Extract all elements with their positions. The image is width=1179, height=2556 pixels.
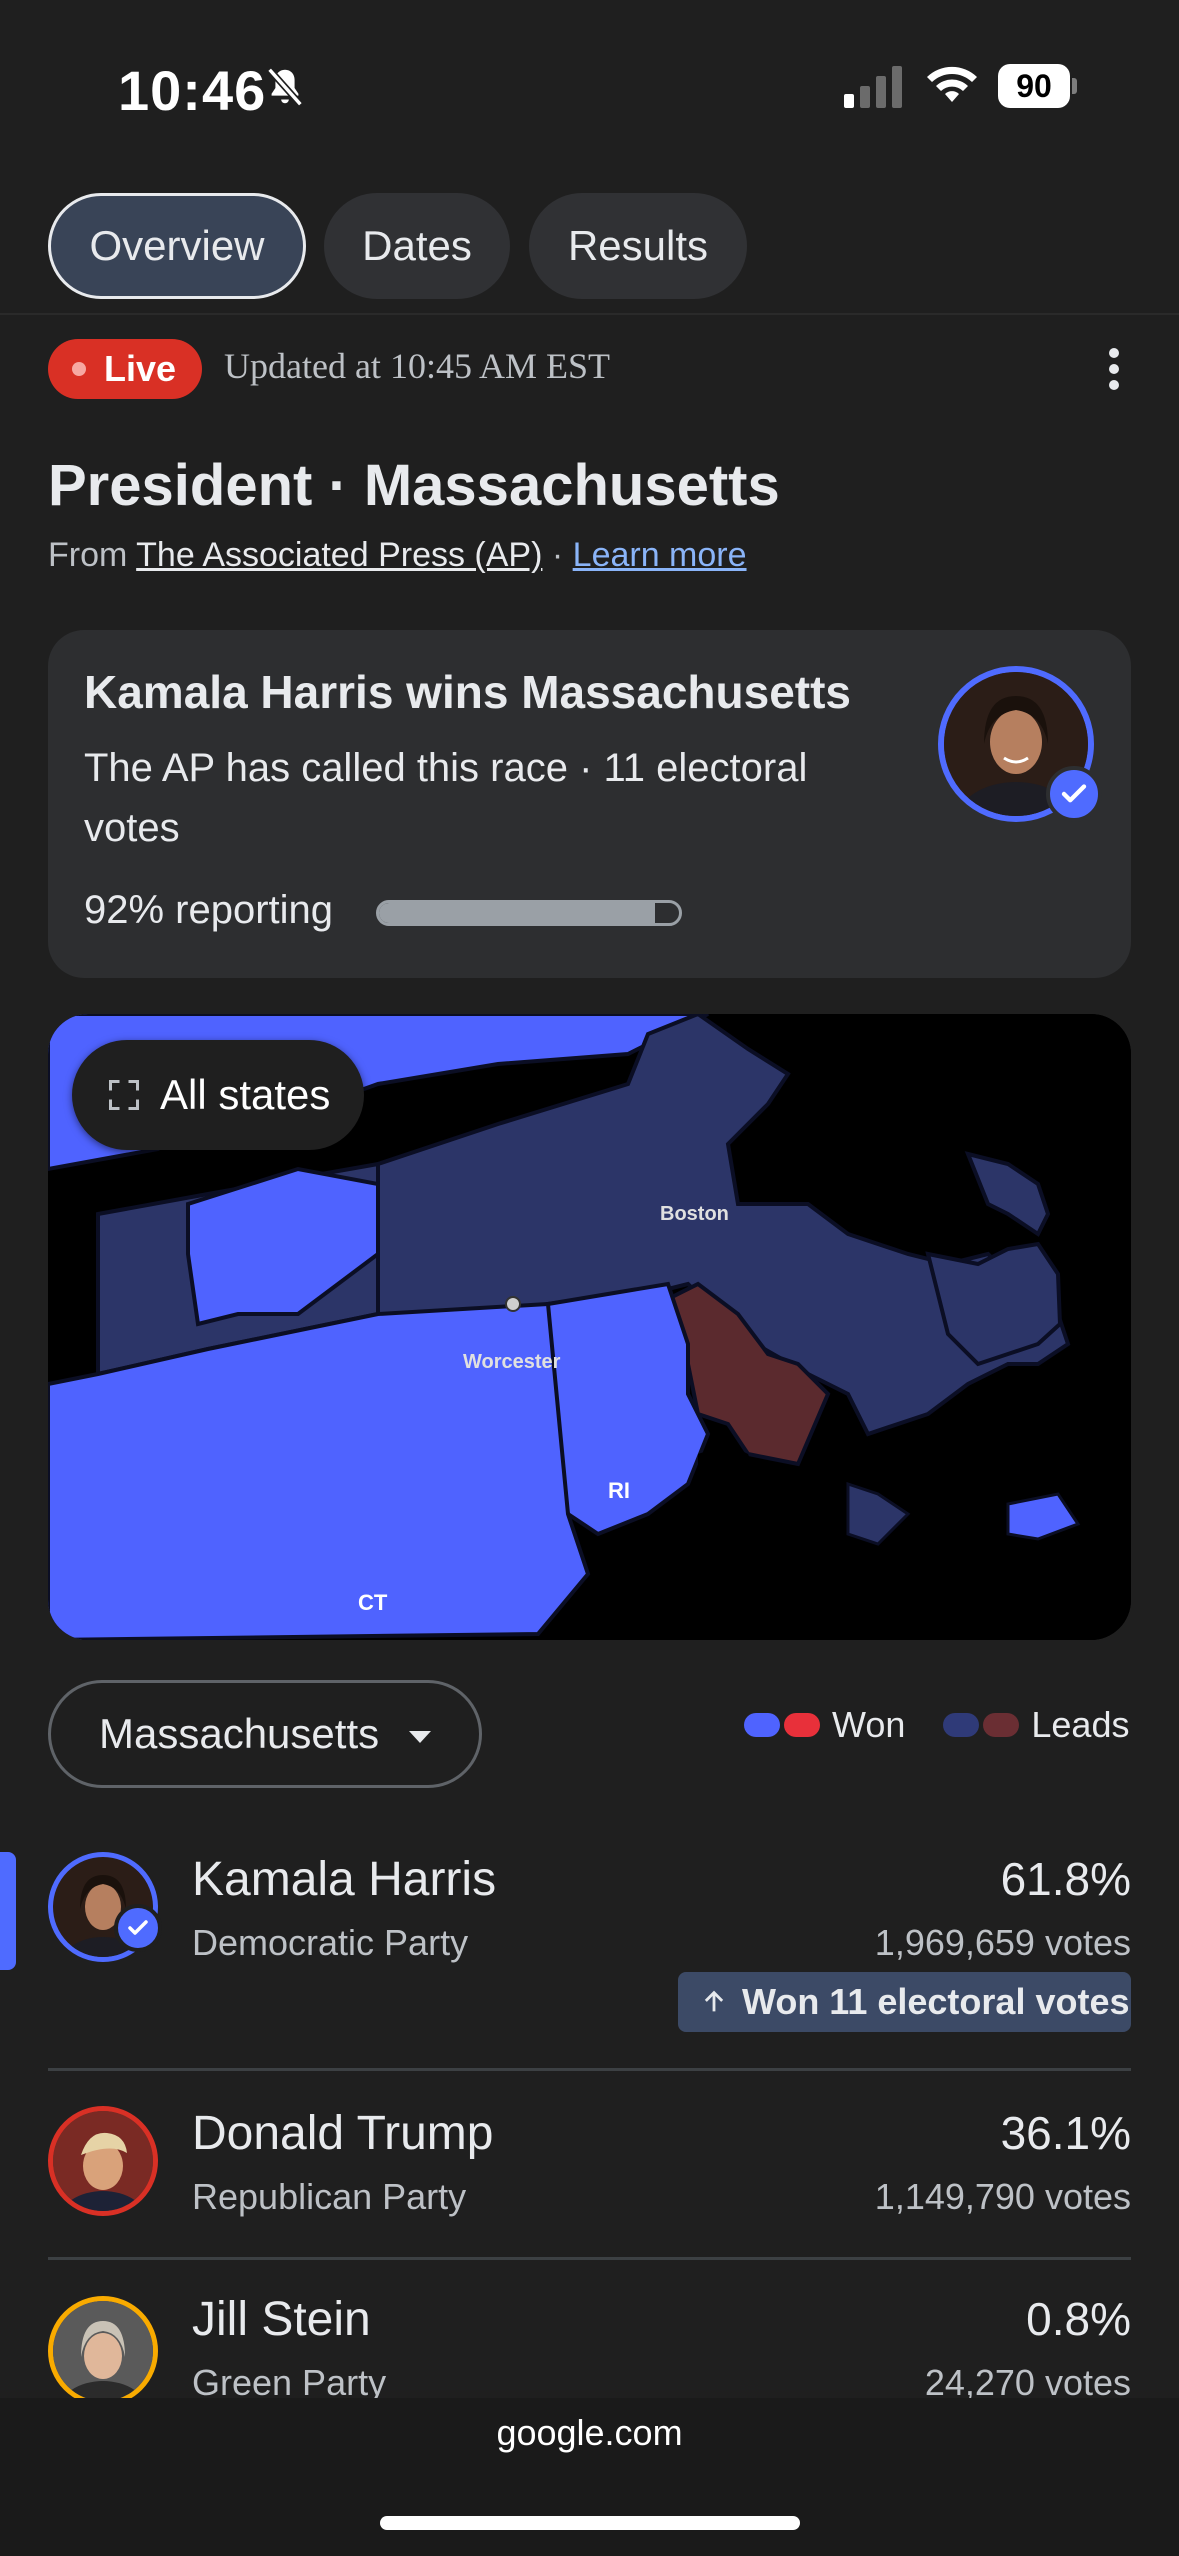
legend-rep-leads-swatch	[983, 1713, 1020, 1737]
tab-results[interactable]: Results	[529, 193, 747, 299]
candidate-party: Democratic Party	[192, 1922, 469, 1963]
all-states-button[interactable]: All states	[72, 1040, 364, 1150]
map-label-worcester: Worcester	[463, 1351, 561, 1373]
candidate-votes: 1,969,659 votes	[874, 1922, 1131, 1963]
won-electoral-badge: Won 11 electoral votes	[678, 1972, 1131, 2032]
winner-check-icon	[1046, 766, 1102, 822]
legend-won-label: Won	[832, 1704, 906, 1745]
arrow-up-icon	[704, 1990, 724, 2012]
state-dropdown[interactable]: Massachusetts	[48, 1680, 482, 1788]
harris-check-icon	[114, 1904, 162, 1952]
won-electoral-label: Won 11 electoral votes	[742, 1981, 1130, 2022]
reporting-text: 92% reporting	[84, 888, 334, 932]
map-label-boston: Boston	[660, 1203, 729, 1225]
bell-slash-icon	[267, 67, 303, 107]
row-divider	[48, 2068, 1131, 2071]
source-prefix: From	[48, 536, 137, 574]
map-label-ct: CT	[358, 1590, 388, 1615]
learn-more-link[interactable]: Learn more	[573, 536, 747, 574]
state-dropdown-label: Massachusetts	[99, 1710, 380, 1757]
candidate-avatar-trump	[48, 2106, 158, 2216]
live-dot-icon	[72, 362, 86, 376]
candidate-party: Republican Party	[192, 2176, 467, 2217]
candidate-avatar-stein	[48, 2296, 158, 2406]
battery-icon: 90	[998, 62, 1078, 110]
source-line: From The Associated Press (AP) · Learn m…	[48, 536, 747, 575]
tab-dates[interactable]: Dates	[324, 193, 510, 299]
more-options-icon[interactable]	[1100, 344, 1128, 394]
battery-level: 90	[998, 64, 1070, 108]
legend-rep-won-swatch	[784, 1713, 820, 1737]
home-indicator[interactable]	[380, 2516, 800, 2530]
candidate-votes: 1,149,790 votes	[874, 2176, 1131, 2217]
map-legend: Won Leads	[744, 1704, 1129, 1746]
selected-row-indicator	[0, 1852, 16, 1970]
candidate-name[interactable]: Kamala Harris	[192, 1852, 496, 1907]
expand-icon	[109, 1080, 139, 1110]
candidate-name[interactable]: Donald Trump	[192, 2106, 493, 2161]
cellular-signal-icon	[844, 66, 902, 108]
candidate-percent: 61.8%	[1000, 1853, 1131, 1905]
legend-leads-label: Leads	[1031, 1704, 1130, 1745]
row-divider	[48, 2257, 1131, 2260]
source-link[interactable]: The Associated Press (AP)	[136, 536, 542, 574]
url-label[interactable]: google.com	[0, 2412, 1179, 2454]
tab-overview[interactable]: Overview	[48, 193, 306, 299]
updated-time: Updated at 10:45 AM EST	[224, 346, 610, 386]
all-states-label: All states	[160, 1071, 331, 1118]
winner-description: The AP has called this race · 11 elector…	[84, 746, 808, 850]
reporting-progress-fill	[379, 903, 655, 923]
reporting-progress-bar	[376, 900, 682, 926]
legend-dem-leads-swatch	[943, 1713, 980, 1737]
map-label-ri: RI	[608, 1478, 630, 1503]
candidate-percent: 36.1%	[1000, 2107, 1131, 2159]
status-time: 10:46	[118, 59, 267, 122]
winner-title: Kamala Harris wins Massachusetts	[84, 666, 852, 718]
candidate-percent: 0.8%	[1026, 2293, 1131, 2345]
source-separator: ·	[542, 536, 573, 574]
legend-dem-won-swatch	[744, 1713, 780, 1737]
live-badge: Live	[48, 339, 202, 399]
candidate-name[interactable]: Jill Stein	[192, 2292, 371, 2347]
wifi-icon	[927, 66, 977, 102]
live-label: Live	[104, 348, 177, 389]
page-title: President · Massachusetts	[48, 453, 780, 518]
chevron-down-icon	[409, 1731, 432, 1743]
